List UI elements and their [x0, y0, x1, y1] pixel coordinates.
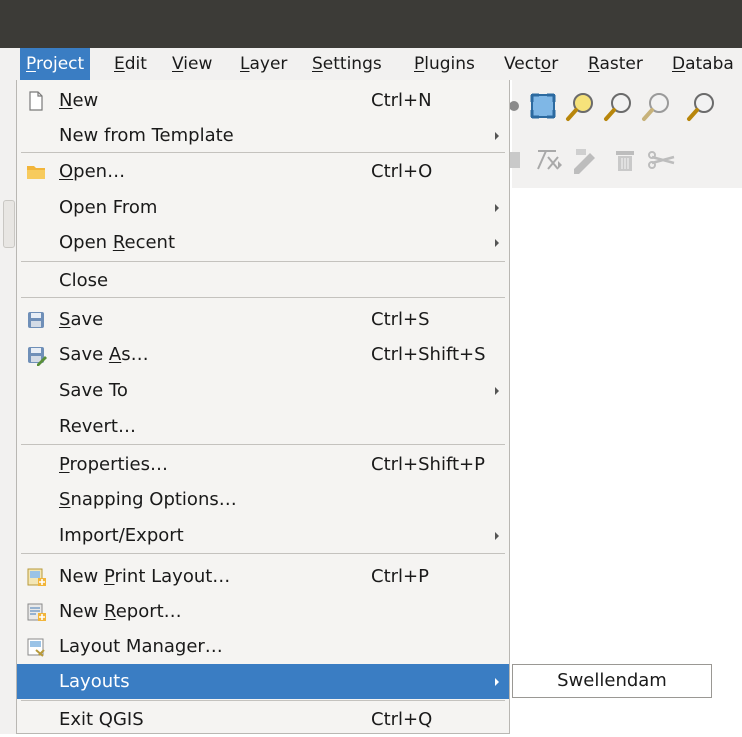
menu-separator: [21, 297, 505, 298]
dock-handle[interactable]: [3, 200, 15, 248]
menu-item-properties[interactable]: Properties… Ctrl+Shift+P: [17, 447, 509, 482]
menu-raster[interactable]: Raster: [582, 48, 649, 80]
menu-separator: [21, 152, 505, 153]
shortcut-text: Ctrl+O: [371, 161, 433, 182]
menu-view[interactable]: View: [166, 48, 218, 80]
menu-item-new[interactable]: New Ctrl+N: [17, 83, 509, 118]
menu-item-import-export[interactable]: Import/Export: [17, 518, 509, 553]
shortcut-text: Ctrl+S: [371, 309, 430, 330]
menu-item-save-to[interactable]: Save To: [17, 373, 509, 408]
shortcut-text: Ctrl+N: [371, 90, 432, 111]
submenu-arrow-icon: [495, 532, 499, 540]
menu-edit[interactable]: Edit: [108, 48, 153, 80]
new-report-icon: [27, 603, 46, 621]
cut-features-icon[interactable]: [646, 143, 680, 177]
new-print-layout-icon: [27, 568, 46, 586]
menu-item-snapping-options[interactable]: Snapping Options…: [17, 482, 509, 517]
add-feature-icon[interactable]: [532, 143, 566, 177]
delete-selected-icon[interactable]: [608, 143, 642, 177]
zoom-to-layer-icon[interactable]: [602, 89, 636, 123]
zoom-native-icon[interactable]: [640, 89, 674, 123]
menu-separator: [21, 261, 505, 262]
submenu-arrow-icon: [495, 204, 499, 212]
zoom-full-icon[interactable]: [526, 89, 560, 123]
left-dock-strip: [0, 80, 16, 734]
layouts-submenu: Swellendam: [512, 664, 712, 698]
map-navigation-toolbar: [509, 80, 742, 134]
zoom-to-selection-icon[interactable]: [564, 89, 598, 123]
vertex-tool-icon[interactable]: [570, 143, 604, 177]
shortcut-text: Ctrl+Q: [371, 709, 433, 730]
map-canvas[interactable]: [512, 188, 742, 734]
menu-settings[interactable]: Settings: [306, 48, 388, 80]
shortcut-text: Ctrl+Shift+P: [371, 454, 485, 475]
zoom-last-icon[interactable]: [680, 89, 714, 123]
menu-item-open-from[interactable]: Open From: [17, 190, 509, 225]
menu-item-open[interactable]: Open… Ctrl+O: [17, 154, 509, 189]
menu-item-new-from-template[interactable]: New from Template: [17, 118, 509, 153]
window-titlebar: [0, 0, 742, 48]
menu-bar: Project Edit View Layer Settings Plugins…: [0, 48, 742, 80]
menu-layer[interactable]: Layer: [234, 48, 293, 80]
layout-manager-icon: [27, 638, 45, 657]
save-icon: [28, 312, 44, 328]
new-file-icon: [29, 91, 43, 111]
shortcut-text: Ctrl+P: [371, 566, 429, 587]
menu-item-save-as[interactable]: Save As… Ctrl+Shift+S: [17, 337, 509, 372]
layout-item-swellendam[interactable]: Swellendam: [513, 665, 711, 697]
menu-project[interactable]: Project: [20, 48, 91, 80]
submenu-arrow-icon: [495, 387, 499, 395]
menu-plugins[interactable]: Plugins: [408, 48, 481, 80]
menu-item-new-print-layout[interactable]: New Print Layout… Ctrl+P: [17, 559, 509, 594]
menu-separator: [21, 700, 505, 701]
submenu-arrow-icon: [495, 132, 499, 140]
open-folder-icon: [27, 166, 45, 179]
submenu-arrow-icon: [495, 678, 499, 686]
menu-item-open-recent[interactable]: Open Recent: [17, 225, 509, 260]
menu-item-exit-qgis[interactable]: Exit QGIS Ctrl+Q: [17, 702, 509, 737]
menu-database[interactable]: Databa: [666, 48, 740, 80]
menu-item-close[interactable]: Close: [17, 263, 509, 298]
menu-item-layouts[interactable]: Layouts: [17, 664, 509, 699]
menu-vector[interactable]: Vector: [498, 48, 564, 80]
menu-separator: [21, 553, 505, 554]
save-as-icon: [28, 347, 47, 366]
menu-item-revert[interactable]: Revert…: [17, 409, 509, 444]
menu-separator: [21, 444, 505, 445]
menu-item-save[interactable]: Save Ctrl+S: [17, 302, 509, 337]
menu-item-layout-manager[interactable]: Layout Manager…: [17, 629, 509, 664]
shortcut-text: Ctrl+Shift+S: [371, 344, 486, 365]
submenu-arrow-icon: [495, 239, 499, 247]
digitizing-toolbar: [508, 134, 742, 189]
menu-item-new-report[interactable]: New Report…: [17, 594, 509, 629]
project-menu: New Ctrl+N New from Template Open… Ctrl+…: [16, 80, 510, 734]
